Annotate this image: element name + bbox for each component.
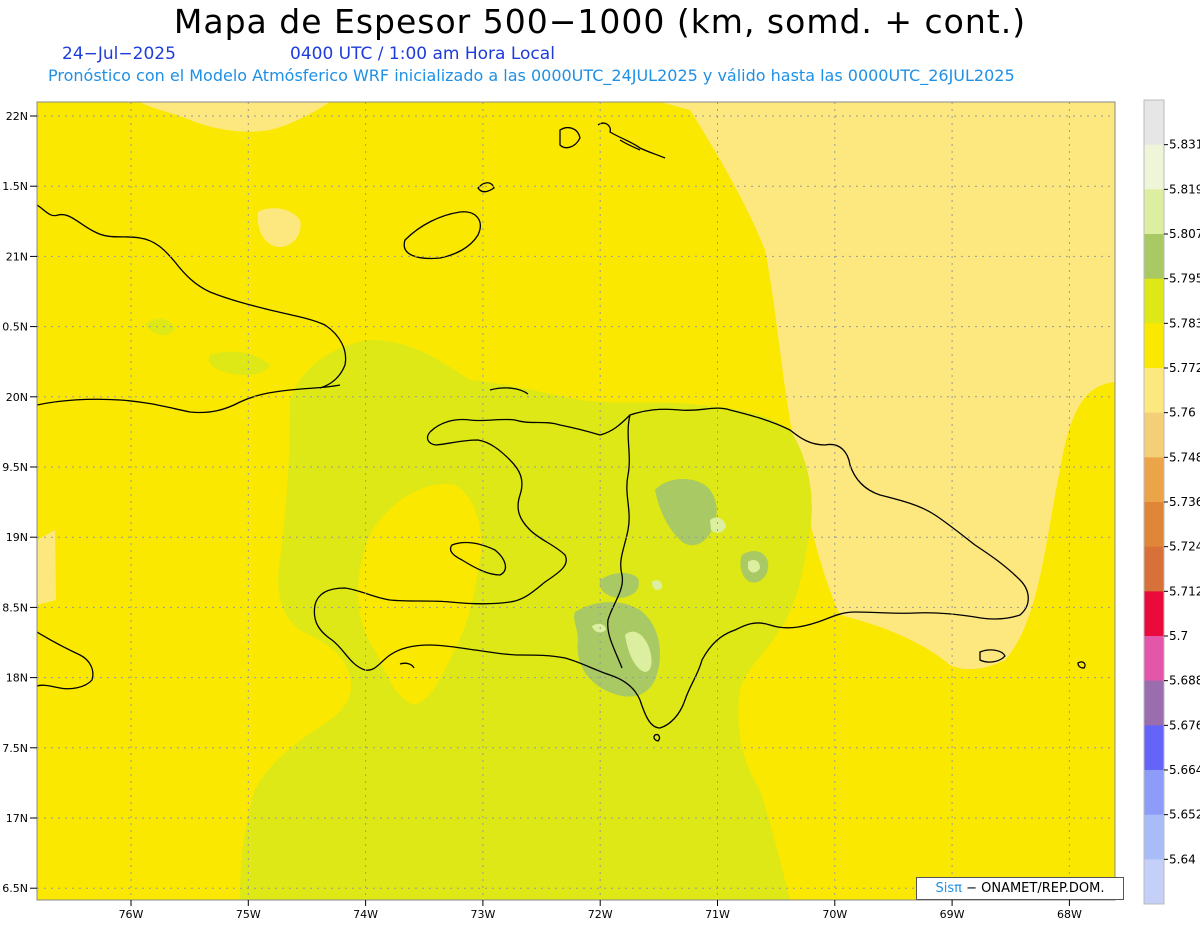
colorbar-swatch: [1144, 144, 1164, 190]
lat-tick-label: 1.5N: [2, 180, 28, 193]
colorbar-swatch: [1144, 502, 1164, 548]
colorbar-swatch: [1144, 591, 1164, 637]
colorbar-swatch: [1144, 412, 1164, 458]
lon-tick-label: 68W: [1057, 908, 1082, 921]
colorbar-swatch: [1144, 189, 1164, 235]
colorbar-label: 5.76: [1169, 406, 1196, 420]
lat-tick-label: 20N: [6, 391, 28, 404]
colorbar-swatch: [1144, 814, 1164, 860]
colorbar-label: 5.7: [1169, 629, 1188, 643]
colorbar-swatch: [1144, 368, 1164, 414]
colorbar-swatch: [1144, 323, 1164, 369]
colorbar-swatch: [1144, 636, 1164, 682]
lat-tick-label: 6.5N: [2, 882, 28, 895]
credit-sis: Sisπ: [935, 881, 962, 896]
colorbar-swatch: [1144, 546, 1164, 592]
colorbar-label: 5.819: [1169, 182, 1200, 196]
lon-tick-label: 71W: [705, 908, 730, 921]
lat-tick-label: 17N: [6, 812, 28, 825]
colorbar-label: 5.652: [1169, 808, 1200, 822]
colorbar-label: 5.688: [1169, 674, 1200, 688]
lat-tick-label: 19N: [6, 531, 28, 544]
lat-tick-label: 9.5N: [2, 461, 28, 474]
lon-tick-label: 74W: [353, 908, 378, 921]
credit-text: − ONAMET/REP.DOM.: [966, 881, 1105, 896]
colorbar-label: 5.748: [1169, 450, 1200, 464]
credit-box: Sisπ − ONAMET/REP.DOM.: [916, 877, 1124, 900]
lat-tick-label: 7.5N: [2, 742, 28, 755]
colorbar-label: 5.64: [1169, 852, 1196, 866]
lon-tick-label: 75W: [236, 908, 261, 921]
colorbar-swatch: [1144, 859, 1164, 905]
lon-tick-label: 72W: [588, 908, 613, 921]
colorbar: 5.831 5.819 5.807 5.795 5.783 5.772 5.76 5.748 5…: [1143, 99, 1200, 905]
lon-tick-label: 69W: [940, 908, 965, 921]
colorbar-swatch: [1144, 770, 1164, 816]
lat-tick-label: 18N: [6, 672, 28, 685]
colorbar-label: 5.736: [1169, 495, 1200, 509]
colorbar-label: 5.664: [1169, 763, 1200, 777]
yellow-green-region: [240, 340, 812, 900]
colorbar-swatch: [1144, 100, 1164, 146]
colorbar-label: 5.772: [1169, 361, 1200, 375]
thickness-map: 22N 1.5N 21N 0.5N 20N 9.5N 19N 8.5N 18N 7.5N 17N 6.…: [2, 99, 1200, 921]
colorbar-label: 5.676: [1169, 718, 1200, 732]
colorbar-label: 5.783: [1169, 316, 1200, 330]
colorbar-swatch: [1144, 234, 1164, 280]
lat-tick-label: 8.5N: [2, 601, 28, 614]
latitude-axis: 22N 1.5N 21N 0.5N 20N 9.5N 19N 8.5N 18N 7.5N 17N 6.…: [2, 110, 37, 895]
colorbar-label: 5.807: [1169, 227, 1200, 241]
lat-tick-label: 21N: [6, 250, 28, 263]
colorbar-label: 5.831: [1169, 138, 1200, 152]
longitude-axis: 76W 75W 74W 73W 72W 71W 70W 69W 68W: [119, 900, 1082, 921]
lat-tick-label: 22N: [6, 110, 28, 123]
lon-tick-label: 70W: [822, 908, 847, 921]
colorbar-swatch: [1144, 725, 1164, 771]
colorbar-label: 5.712: [1169, 584, 1200, 598]
lat-tick-label: 0.5N: [2, 321, 28, 334]
light-yellow-west: [37, 530, 56, 605]
lon-tick-label: 73W: [470, 908, 495, 921]
colorbar-swatch: [1144, 457, 1164, 503]
lon-tick-label: 76W: [119, 908, 144, 921]
colorbar-swatch: [1144, 278, 1164, 324]
colorbar-swatch: [1144, 680, 1164, 726]
colorbar-label: 5.795: [1169, 272, 1200, 286]
map-fill-layers: [37, 102, 1115, 900]
colorbar-label: 5.724: [1169, 540, 1200, 554]
